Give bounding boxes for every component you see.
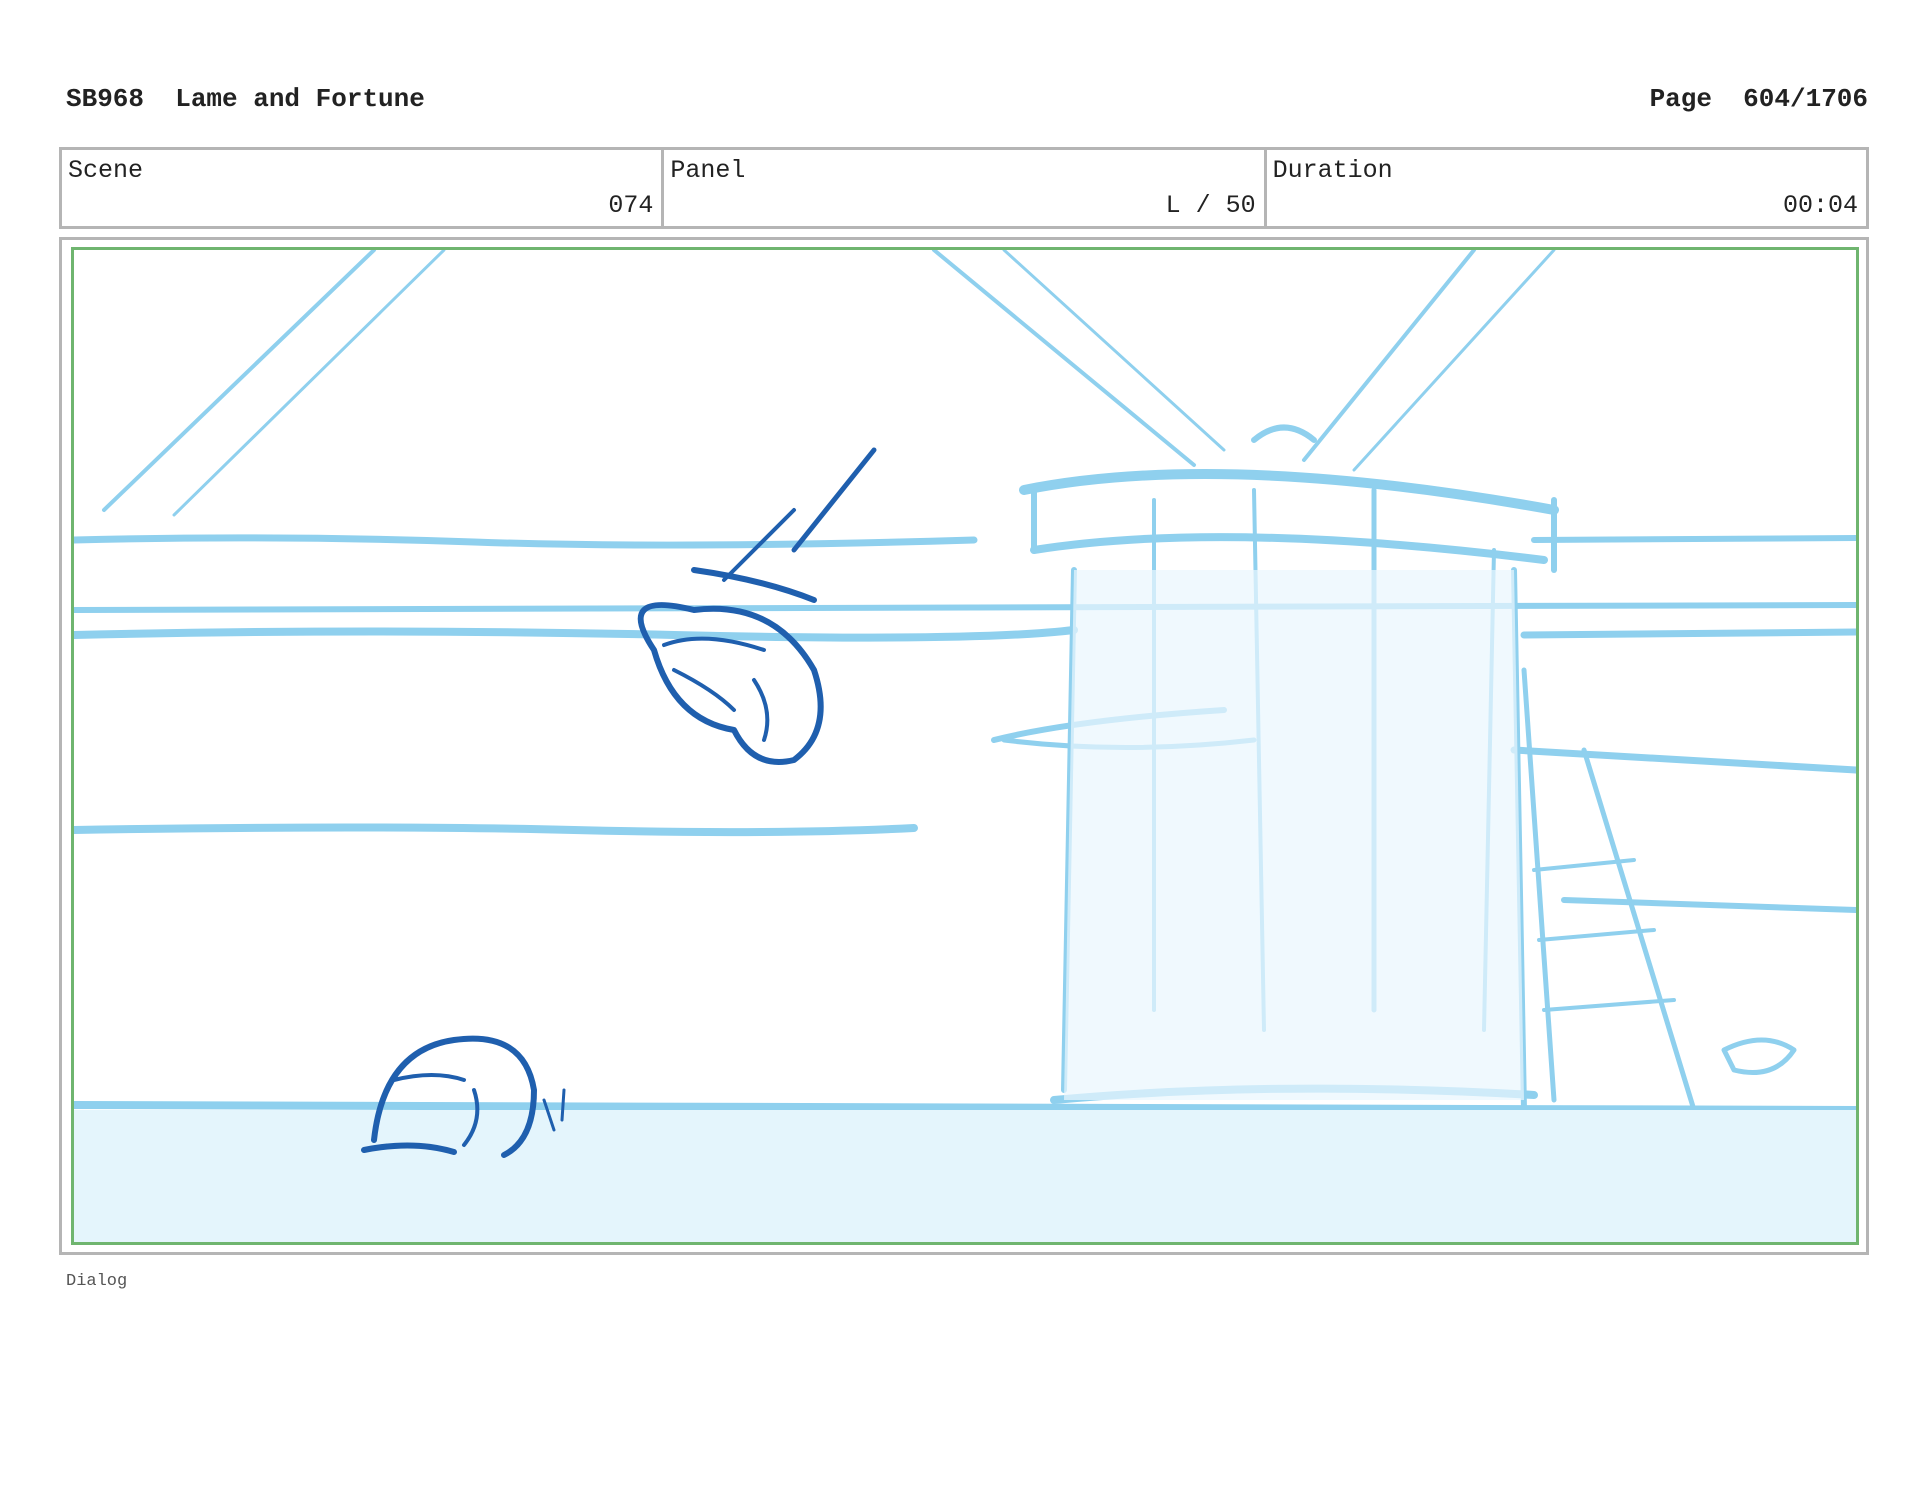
wall-line bbox=[1510, 746, 1856, 774]
panel-value: L / 50 bbox=[1165, 191, 1256, 220]
duration-cell: Duration 00:04 bbox=[1267, 150, 1866, 226]
falling-character-detail bbox=[752, 678, 770, 742]
tower-fill bbox=[1064, 570, 1524, 1100]
storyboard-panel bbox=[71, 247, 1859, 1245]
sword-hilt bbox=[691, 567, 817, 603]
beam-line bbox=[102, 250, 376, 512]
wall-line bbox=[1520, 628, 1856, 639]
duration-value: 00:04 bbox=[1782, 191, 1858, 220]
beam-line bbox=[932, 250, 1196, 467]
panel-label: Panel bbox=[670, 156, 746, 185]
info-table: Scene 074 Panel L / 50 Duration 00:04 bbox=[59, 147, 1869, 229]
wall-line bbox=[74, 626, 1078, 642]
page-number: Page 604/1706 bbox=[1649, 84, 1868, 114]
wall-line bbox=[74, 602, 1856, 613]
scene-label: Scene bbox=[68, 156, 144, 185]
dialog-label: Dialog bbox=[66, 1272, 128, 1291]
wall-line bbox=[1561, 897, 1856, 913]
ladder-rung bbox=[1537, 928, 1656, 942]
tower-cap bbox=[1251, 424, 1317, 443]
beam-line bbox=[1302, 250, 1476, 462]
panel-sketch bbox=[74, 250, 1856, 1242]
tower-top bbox=[1019, 469, 1559, 515]
beam-line bbox=[172, 250, 446, 517]
sword-line bbox=[791, 447, 877, 553]
floor-fill bbox=[74, 1110, 1856, 1242]
wall-line bbox=[1531, 535, 1856, 543]
tower-top bbox=[1030, 533, 1548, 564]
floor-line bbox=[74, 1101, 1856, 1114]
falling-character bbox=[637, 602, 824, 765]
wall-line bbox=[74, 823, 918, 837]
rope-coil bbox=[1721, 1037, 1797, 1075]
crouched-character-detail bbox=[392, 1073, 466, 1082]
duration-label: Duration bbox=[1272, 156, 1393, 185]
scene-value: 074 bbox=[608, 191, 654, 220]
beam-line bbox=[1002, 250, 1226, 452]
motion-line bbox=[560, 1088, 566, 1122]
storyboard-title: SB968 Lame and Fortune bbox=[66, 84, 425, 114]
ladder-rung bbox=[1542, 998, 1676, 1012]
panel-cell: Panel L / 50 bbox=[664, 150, 1267, 226]
ladder-rail bbox=[1521, 667, 1557, 1103]
scene-cell: Scene 074 bbox=[62, 150, 665, 226]
wall-line bbox=[74, 534, 978, 549]
